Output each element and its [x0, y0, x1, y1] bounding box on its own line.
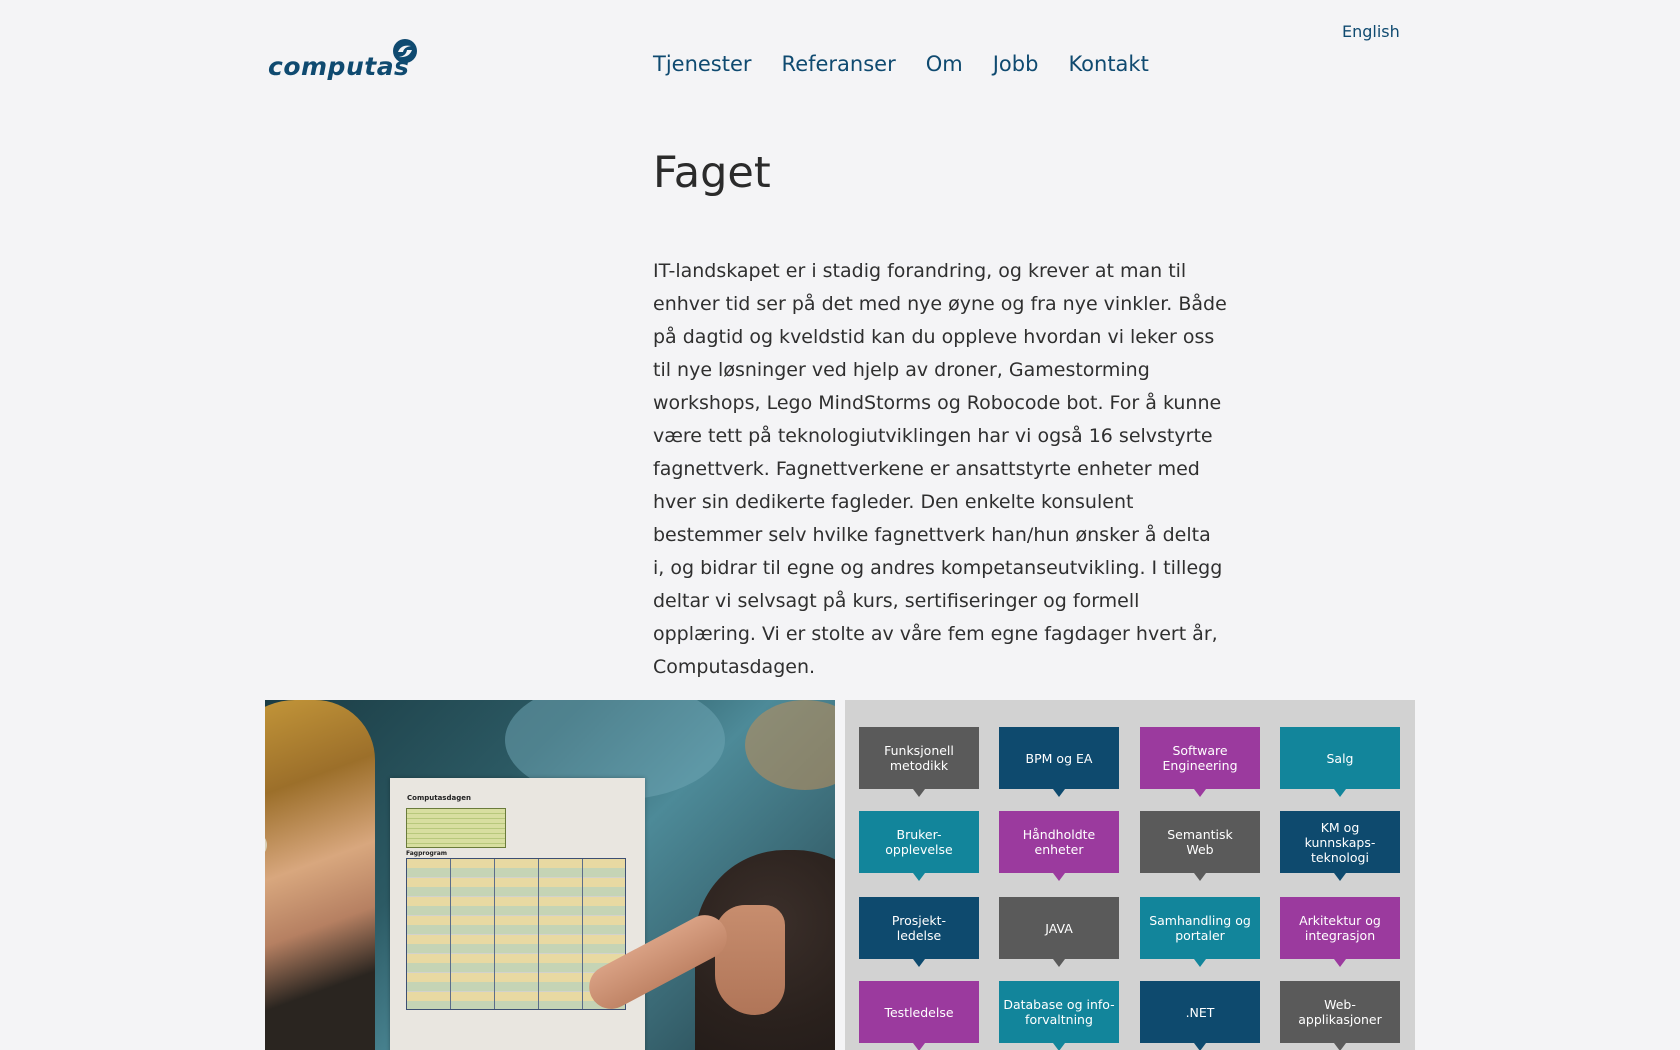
tile-label: Bruker- opplevelse — [885, 827, 953, 857]
tile-net[interactable]: .NET — [1140, 981, 1260, 1050]
page-title: Faget — [653, 148, 771, 198]
tile-web-applikasjoner[interactable]: Web- applikasjoner — [1280, 981, 1400, 1050]
intro-paragraph: IT-landskapet er i stadig forandring, og… — [653, 260, 1227, 678]
nav-item-jobb[interactable]: Jobb — [993, 52, 1039, 76]
tile-java[interactable]: JAVA — [999, 897, 1119, 967]
tile-database-og-info-forvaltning[interactable]: Database og info- forvaltning — [999, 981, 1119, 1050]
tile-km-og-kunnskaps-teknologi[interactable]: KM og kunnskaps- teknologi — [1280, 811, 1400, 881]
earring — [265, 834, 267, 856]
tile-bruker-opplevelse[interactable]: Bruker- opplevelse — [859, 811, 979, 881]
nav-item-tjenester[interactable]: Tjenester — [653, 52, 752, 76]
fagnettverk-tiles: Funksjonell metodikk BPM og EA Software En… — [845, 700, 1415, 1050]
poster-schedule-table — [406, 808, 506, 848]
tile-label: Software Engineering — [1162, 743, 1238, 773]
main-nav: Tjenester Referanser Om Jobb Kontakt — [653, 52, 1179, 76]
computasdagen-photo: Computasdagen Fagprogram — [265, 700, 835, 1050]
tile-label: Testledelse — [884, 1004, 954, 1020]
tile-label: BPM og EA — [1025, 750, 1093, 766]
page: computas English Tjenester Referanser Om… — [0, 0, 1680, 1050]
tile-bpm-og-ea[interactable]: BPM og EA — [999, 727, 1119, 797]
tile-label: Arkitektur og integrasjon — [1299, 913, 1381, 943]
logo-swirl-icon — [393, 39, 417, 63]
tile-semantisk-web[interactable]: Semantisk Web — [1140, 811, 1260, 881]
nav-item-om[interactable]: Om — [926, 52, 963, 76]
tile-label: Web- applikasjoner — [1298, 997, 1382, 1027]
logo-wordmark: computas — [268, 52, 410, 81]
tile-label: Håndholdte enheter — [1022, 827, 1096, 857]
tile-arkitektur-og-integrasjon[interactable]: Arkitektur og integrasjon — [1280, 897, 1400, 967]
program-poster: Computasdagen Fagprogram — [390, 778, 645, 1050]
tile-label: Prosjekt- ledelse — [891, 913, 947, 943]
tile-label: Funksjonell metodikk — [884, 743, 954, 773]
language-link-english[interactable]: English — [1342, 22, 1400, 41]
tile-label: KM og kunnskaps- teknologi — [1304, 819, 1376, 865]
person-right-face — [715, 905, 785, 1015]
tile-label: Salg — [1326, 750, 1354, 766]
nav-item-referanser[interactable]: Referanser — [782, 52, 896, 76]
tile-label: Semantisk Web — [1167, 827, 1233, 857]
person-left — [265, 700, 375, 1050]
tile-label: Database og info- forvaltning — [1003, 997, 1115, 1027]
computas-logo[interactable]: computas — [268, 38, 420, 88]
poster-title: Computasdagen — [407, 794, 471, 802]
tile-software-engineering[interactable]: Software Engineering — [1140, 727, 1260, 797]
tile-label: .NET — [1185, 1004, 1215, 1020]
photo-background-warm — [745, 700, 835, 790]
poster-subtitle: Fagprogram — [406, 850, 448, 857]
tile-håndholdte-enheter[interactable]: Håndholdte enheter — [999, 811, 1119, 881]
tile-prosjekt-ledelse[interactable]: Prosjekt- ledelse — [859, 897, 979, 967]
tile-label: JAVA — [1045, 920, 1073, 936]
tile-testledelse[interactable]: Testledelse — [859, 981, 979, 1050]
tile-label: Samhandling og portaler — [1149, 913, 1251, 943]
tile-funksjonell-metodikk[interactable]: Funksjonell metodikk — [859, 727, 979, 797]
tile-salg[interactable]: Salg — [1280, 727, 1400, 797]
tile-samhandling-og-portaler[interactable]: Samhandling og portaler — [1140, 897, 1260, 967]
nav-item-kontakt[interactable]: Kontakt — [1068, 52, 1148, 76]
